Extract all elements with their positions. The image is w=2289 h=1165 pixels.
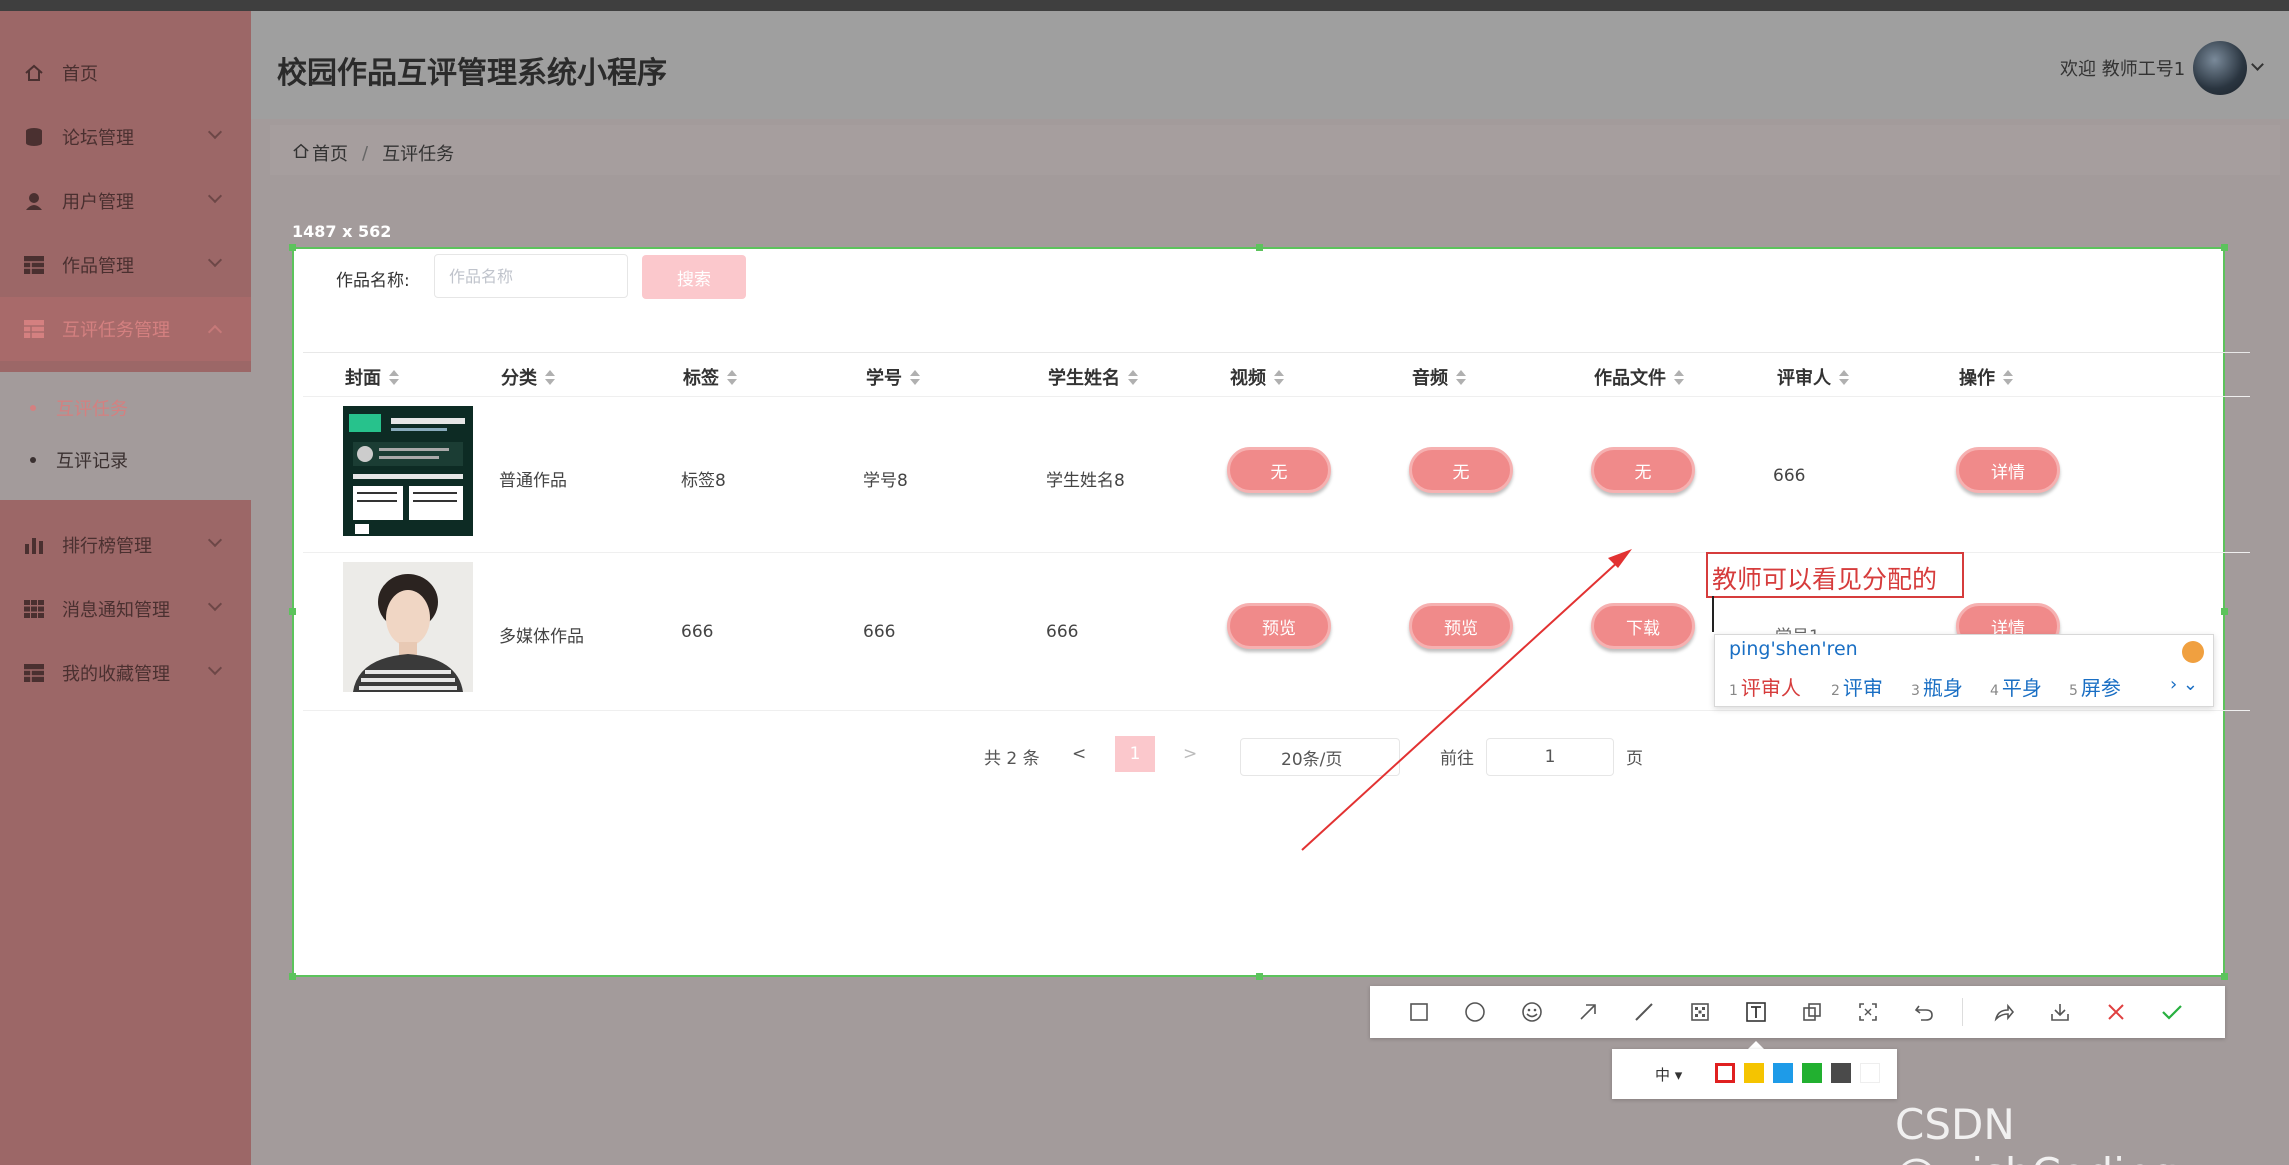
ime-candidate-number: 4 — [1990, 683, 1999, 699]
ime-candidate-word: 平身 — [2001, 676, 2042, 700]
ime-candidate-word: 评审 — [1842, 676, 1883, 700]
mosaic-icon[interactable] — [1686, 998, 1714, 1026]
arrow-icon[interactable] — [1574, 998, 1602, 1026]
font-size-select[interactable]: 中 ▾ — [1655, 1064, 1682, 1085]
ime-candidate-number: 1 — [1729, 683, 1738, 699]
ocr-icon[interactable] — [1854, 998, 1882, 1026]
pin-icon[interactable] — [1798, 998, 1826, 1026]
font-size-value: 中 — [1655, 1066, 1671, 1084]
toolbar-separator — [1962, 998, 1963, 1026]
confirm-icon[interactable] — [2158, 998, 2186, 1026]
color-swatch-gray[interactable] — [1831, 1063, 1851, 1083]
line-icon[interactable] — [1630, 998, 1658, 1026]
color-swatch-green[interactable] — [1802, 1063, 1822, 1083]
ime-candidate[interactable]: 4 平身 — [1990, 672, 2042, 701]
text-caret — [1712, 596, 1714, 632]
rectangle-icon[interactable] — [1405, 998, 1433, 1026]
ime-logo-icon — [2182, 641, 2204, 663]
ime-candidate[interactable]: 1 评审人 — [1729, 672, 1801, 701]
watermark: CSDN @wishCoding — [1895, 1100, 2178, 1165]
ime-candidate-number: 5 — [2069, 683, 2078, 699]
color-swatch-white[interactable] — [1860, 1063, 1880, 1083]
color-swatch-yellow[interactable] — [1744, 1063, 1764, 1083]
circle-icon[interactable] — [1461, 998, 1489, 1026]
toolbar-pointer — [1748, 1041, 1764, 1049]
color-swatch-blue[interactable] — [1773, 1063, 1793, 1083]
ime-candidate-number: 2 — [1831, 683, 1840, 699]
color-swatch-red[interactable] — [1715, 1063, 1735, 1083]
ime-candidate[interactable]: 3 瓶身 — [1911, 672, 1963, 701]
ime-candidate-number: 3 — [1911, 683, 1920, 699]
text-icon[interactable] — [1742, 998, 1770, 1026]
ime-pinyin: ping'shen'ren — [1729, 638, 1858, 660]
cancel-icon[interactable] — [2102, 998, 2130, 1026]
text-annotation[interactable]: 教师可以看见分配的 — [1712, 560, 1937, 596]
ime-candidate-word: 屏参 — [2080, 676, 2121, 700]
share-icon[interactable] — [1990, 998, 2018, 1026]
ime-candidate-word: 瓶身 — [1922, 676, 1963, 700]
undo-icon[interactable] — [1910, 998, 1938, 1026]
emoji-icon[interactable] — [1518, 998, 1546, 1026]
save-icon[interactable] — [2046, 998, 2074, 1026]
ime-candidate[interactable]: 2 评审 — [1831, 672, 1883, 701]
ime-candidate[interactable]: 5 屏参 — [2069, 672, 2121, 701]
ime-more-icon[interactable]: › ⌄ — [2170, 674, 2198, 695]
ime-candidate-word: 评审人 — [1740, 676, 1801, 700]
